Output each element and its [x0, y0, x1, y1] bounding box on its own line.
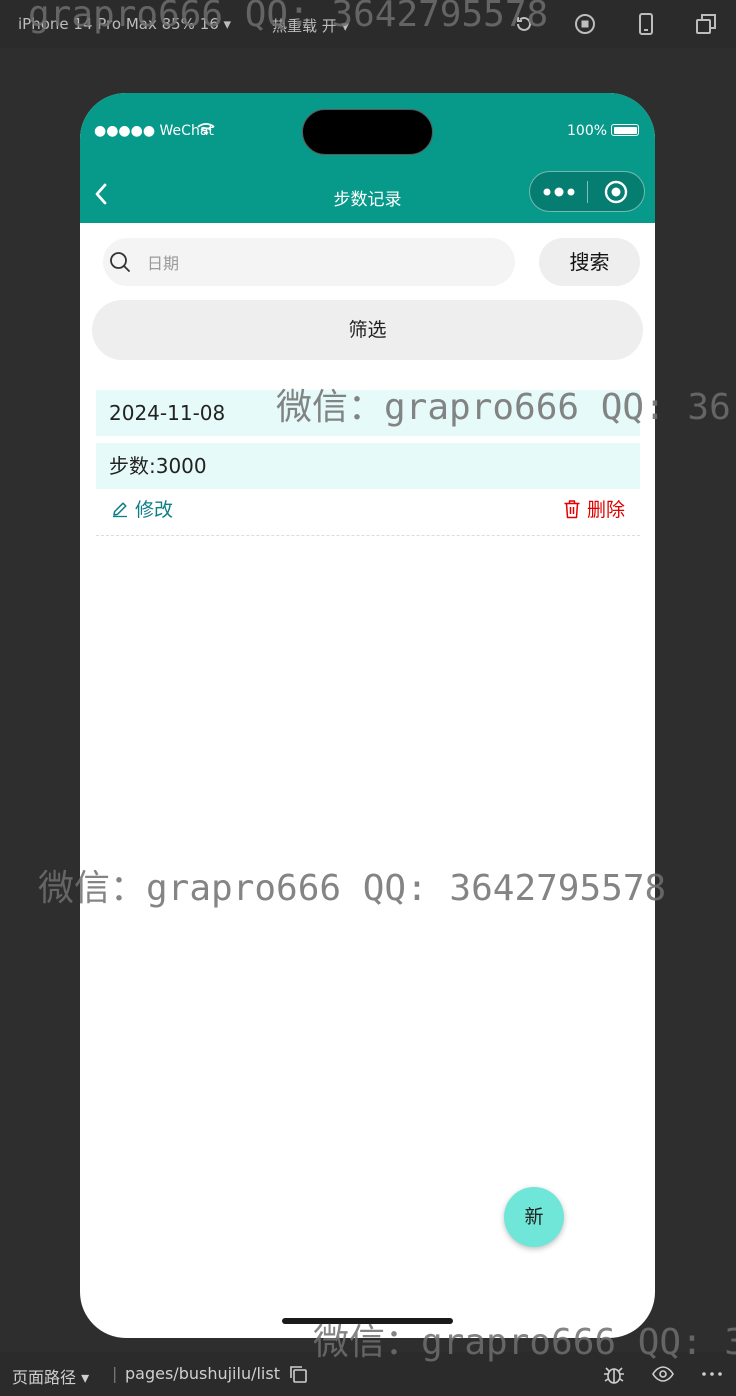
filter-button[interactable]: 筛选: [92, 300, 643, 360]
search-bar: [103, 238, 515, 286]
delete-label: 删除: [586, 499, 625, 521]
rotate-icon[interactable]: [512, 12, 536, 36]
search-button[interactable]: 搜索: [539, 238, 640, 286]
menu-capsule: [529, 171, 645, 212]
device-selector[interactable]: iPhone 14 Pro Max 85% 16 ▾: [18, 15, 231, 33]
record-steps: 步数:3000: [96, 443, 640, 489]
devtools-bottom-bar: 页面路径 ▾ | pages/bushujilu/list: [0, 1352, 736, 1396]
pencil-icon: [113, 501, 127, 517]
search-icon: [110, 252, 130, 272]
edit-label: 修改: [135, 499, 174, 521]
phone-icon[interactable]: [634, 12, 658, 36]
wifi-icon: [197, 123, 215, 134]
battery-percent: 100%: [567, 123, 608, 139]
target-circle-icon[interactable]: [604, 180, 628, 204]
record-actions: 修改 删除: [96, 489, 640, 536]
edit-button[interactable]: 修改: [111, 495, 173, 522]
signal-text: ●●●●● WeChat: [94, 123, 214, 139]
trash-icon: [564, 499, 580, 518]
capsule-divider: [587, 181, 588, 203]
nav-bar: 步数记录: [80, 165, 655, 223]
record-date: 2024-11-08: [96, 390, 640, 436]
path-separator: |: [112, 1364, 118, 1383]
eye-icon[interactable]: [651, 1362, 675, 1386]
add-new-button[interactable]: 新: [504, 1187, 564, 1247]
more-horizontal-icon[interactable]: [700, 1362, 724, 1386]
battery-icon: [611, 124, 639, 136]
page-path-value: pages/bushujilu/list: [125, 1364, 280, 1383]
status-bar: ●●●●● WeChat 100%: [80, 93, 655, 165]
hot-reload-toggle[interactable]: 热重载 开 ▾: [272, 15, 349, 36]
phone-frame: ●●●●● WeChat 100% 步数记录 搜索 筛选 2024-11-08 …: [80, 93, 655, 1338]
record-icon[interactable]: [573, 12, 597, 36]
search-input[interactable]: [145, 248, 499, 278]
dynamic-island: [302, 109, 433, 155]
list-item: 2024-11-08 步数:3000 修改 删除: [96, 390, 640, 536]
window-icon[interactable]: [694, 12, 718, 36]
more-dots-icon[interactable]: [542, 182, 576, 202]
page-path-label[interactable]: 页面路径 ▾: [12, 1364, 89, 1388]
delete-button[interactable]: 删除: [563, 495, 625, 522]
home-indicator: [282, 1318, 453, 1324]
devtools-top-bar: iPhone 14 Pro Max 85% 16 ▾ 热重载 开 ▾: [0, 0, 736, 48]
copy-icon[interactable]: [288, 1364, 308, 1384]
bug-icon[interactable]: [602, 1362, 626, 1386]
